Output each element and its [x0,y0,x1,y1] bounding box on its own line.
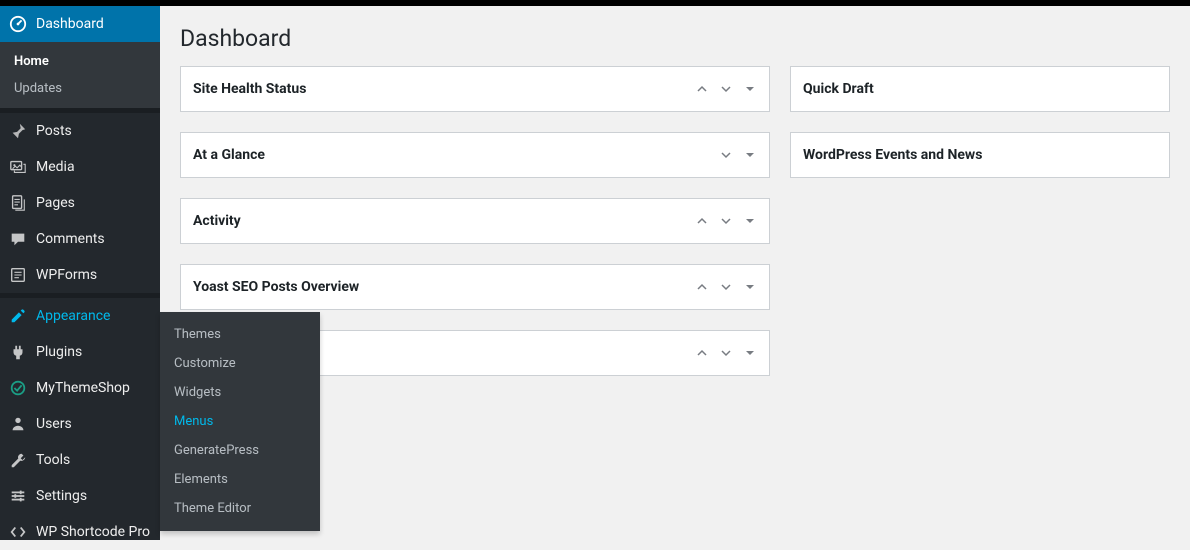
toggle-icon[interactable] [743,280,757,294]
move-down-icon[interactable] [719,82,733,96]
sidebar-item-pages[interactable]: Pages [0,185,160,221]
flyout-item-theme-editor[interactable]: Theme Editor [160,494,320,523]
page-title: Dashboard [180,16,1170,66]
menu-label: Appearance [36,308,150,324]
users-icon [8,414,28,434]
postbox-title: Quick Draft [803,81,1157,97]
flyout-item-generatepress[interactable]: GeneratePress [160,436,320,465]
pin-icon [8,121,28,141]
handle-actions [695,214,757,228]
postbox-activity: Activity [180,198,770,244]
dashboard-columns: Site Health Status At a Glance [180,66,1170,376]
move-up-icon[interactable] [695,148,709,162]
move-down-icon[interactable] [719,346,733,360]
postbox-header[interactable]: Site Health Status [181,67,769,111]
appearance-flyout: Themes Customize Widgets Menus GenerateP… [160,312,320,531]
sidebar-item-plugins[interactable]: Plugins [0,334,160,370]
menu-label: WPForms [36,267,150,283]
move-down-icon[interactable] [719,280,733,294]
menu-label: Tools [36,452,150,468]
tools-icon [8,450,28,470]
postbox-header[interactable]: Yoast SEO Posts Overview [181,265,769,309]
sidebar-item-comments[interactable]: Comments [0,221,160,257]
handle-actions [695,148,757,162]
shortcode-icon [8,522,28,542]
toggle-icon[interactable] [743,82,757,96]
toggle-icon[interactable] [743,214,757,228]
appearance-icon [8,306,28,326]
sidebar-item-posts[interactable]: Posts [0,113,160,149]
move-down-icon[interactable] [719,148,733,162]
plugins-icon [8,342,28,362]
postbox-at-a-glance: At a Glance [180,132,770,178]
admin-sidebar: Dashboard Home Updates Posts Media Pages [0,6,160,540]
mts-icon [8,378,28,398]
postbox-title: Yoast SEO Posts Overview [193,279,695,295]
menu-label: Comments [36,231,150,247]
menu-label: Dashboard [36,16,150,32]
postbox-header[interactable]: At a Glance [181,133,769,177]
postbox-header[interactable]: WordPress Events and News [791,133,1169,177]
flyout-item-customize[interactable]: Customize [160,349,320,378]
flyout-item-themes[interactable]: Themes [160,320,320,349]
move-up-icon[interactable] [695,280,709,294]
postbox-title: Site Health Status [193,81,695,97]
postbox-title: WordPress Events and News [803,147,1157,163]
settings-icon [8,486,28,506]
handle-actions [695,280,757,294]
sidebar-item-appearance[interactable]: Appearance [0,298,160,334]
dashboard-icon [8,14,28,34]
toggle-icon[interactable] [743,346,757,360]
postbox-title: Activity [193,213,695,229]
menu-label: Plugins [36,344,150,360]
postbox-header[interactable]: Activity [181,199,769,243]
menu-label: Posts [36,123,150,139]
sidebar-item-media[interactable]: Media [0,149,160,185]
menu-label: Pages [36,195,150,211]
toggle-icon[interactable] [743,148,757,162]
media-icon [8,157,28,177]
move-up-icon[interactable] [695,346,709,360]
submenu-item-updates[interactable]: Updates [0,75,160,102]
postbox-site-health: Site Health Status [180,66,770,112]
sidebar-item-wp-shortcode-pro[interactable]: WP Shortcode Pro [0,514,160,550]
menu-label: Users [36,416,150,432]
flyout-item-elements[interactable]: Elements [160,465,320,494]
pages-icon [8,193,28,213]
move-up-icon[interactable] [695,214,709,228]
postbox-quick-draft: Quick Draft [790,66,1170,112]
postbox-wp-events: WordPress Events and News [790,132,1170,178]
sidebar-item-tools[interactable]: Tools [0,442,160,478]
move-up-icon[interactable] [695,82,709,96]
menu-label: Settings [36,488,150,504]
move-down-icon[interactable] [719,214,733,228]
flyout-item-widgets[interactable]: Widgets [160,378,320,407]
wpforms-icon [8,265,28,285]
dashboard-col-right: Quick Draft WordPress Events and News [790,66,1170,376]
handle-actions [695,82,757,96]
postbox-title: At a Glance [193,147,695,163]
postbox-header[interactable]: Quick Draft [791,67,1169,111]
handle-actions [695,346,757,360]
dashboard-submenu: Home Updates [0,42,160,108]
sidebar-item-dashboard[interactable]: Dashboard [0,6,160,42]
sidebar-item-wpforms[interactable]: WPForms [0,257,160,293]
sidebar-item-settings[interactable]: Settings [0,478,160,514]
menu-label: Media [36,159,150,175]
menu-label: MyThemeShop [36,380,150,396]
comments-icon [8,229,28,249]
menu-label: WP Shortcode Pro [36,524,150,540]
sidebar-item-users[interactable]: Users [0,406,160,442]
sidebar-item-mythemeshop[interactable]: MyThemeShop [0,370,160,406]
submenu-item-home[interactable]: Home [0,48,160,75]
flyout-item-menus[interactable]: Menus [160,407,320,436]
postbox-yoast-seo: Yoast SEO Posts Overview [180,264,770,310]
